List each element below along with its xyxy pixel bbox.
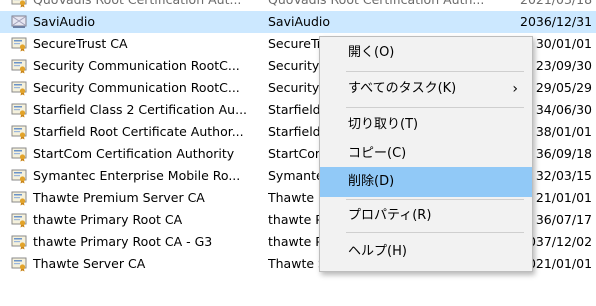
menu-item-open[interactable]: 開く(O) [320, 38, 532, 68]
menu-item-copy[interactable]: コピー(C) [320, 139, 532, 169]
menu-separator [346, 71, 524, 72]
certificate-icon [11, 257, 27, 272]
cert-name: Thawte Premium Server CA [33, 190, 205, 205]
cert-name: Starfield Root Certificate Author... [33, 124, 244, 139]
cert-expiry: 2021/03/18 [520, 0, 596, 11]
menu-item-help[interactable]: ヘルプ(H) [320, 237, 532, 267]
menu-separator [346, 199, 524, 200]
menu-item-properties[interactable]: プロパティ(R) [320, 201, 532, 231]
cert-name: Symantec Enterprise Mobile Ro... [33, 168, 241, 183]
cert-name: Thawte Server CA [33, 256, 146, 271]
list-row[interactable]: QuoVadis Root Certification Aut... QuoVa… [0, 0, 596, 11]
cert-name: Starfield Class 2 Certification Au... [33, 102, 248, 117]
menu-item-all-tasks[interactable]: すべてのタスク(K) › [320, 74, 532, 104]
menu-separator [346, 107, 524, 108]
cert-expiry: 2036/12/31 [520, 14, 593, 29]
certificate-icon [11, 213, 27, 228]
chevron-right-icon: › [512, 81, 518, 97]
cert-name: Security Communication RootC... [33, 58, 240, 73]
certificate-icon [11, 81, 27, 96]
cert-name: thawte Primary Root CA [33, 212, 183, 227]
menu-item-cut[interactable]: 切り取り(T) [320, 110, 532, 140]
context-menu: 開く(O) すべてのタスク(K) › 切り取り(T) コピー(C) 削除(D) … [319, 36, 533, 272]
certificate-icon [11, 15, 27, 28]
certificate-icon [11, 37, 27, 52]
cert-name: StartCom Certification Authority [33, 146, 235, 161]
certificate-icon [11, 125, 27, 140]
certificate-icon [11, 59, 27, 74]
menu-separator [346, 232, 524, 233]
certificate-icon [11, 147, 27, 162]
cert-issuer: SaviAudio [268, 14, 330, 29]
certificate-icon [11, 191, 27, 206]
certificate-icon [11, 169, 27, 184]
cert-name: Security Communication RootC... [33, 80, 240, 95]
cert-name: SaviAudio [33, 14, 95, 29]
cert-issuer: QuoVadis Root Certification Auth... [268, 0, 528, 11]
cert-name: QuoVadis Root Certification Aut... [33, 0, 241, 11]
menu-item-delete[interactable]: 削除(D) [320, 167, 532, 197]
certificate-icon [11, 0, 27, 8]
cert-name: SecureTrust CA [33, 36, 128, 51]
certificate-icon [11, 103, 27, 118]
cert-name: thawte Primary Root CA - G3 [33, 234, 213, 249]
certificate-icon [11, 235, 27, 250]
list-row-selected[interactable]: SaviAudio SaviAudio 2036/12/31 [0, 11, 596, 33]
